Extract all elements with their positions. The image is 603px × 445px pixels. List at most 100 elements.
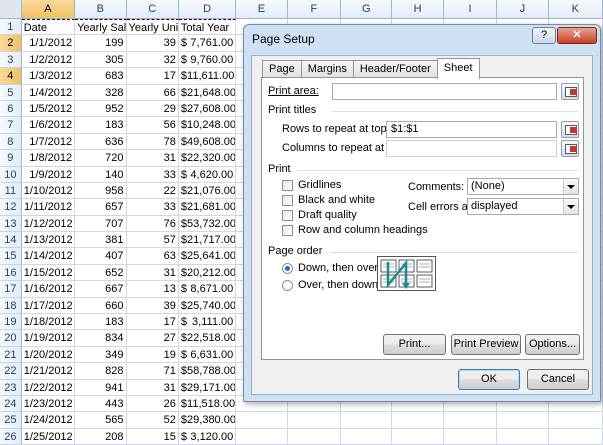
- units-cell[interactable]: 17: [126, 68, 179, 85]
- date-cell[interactable]: 1/10/2012: [21, 182, 76, 200]
- units-cell[interactable]: 66: [126, 84, 179, 101]
- black-white-checkbox[interactable]: [282, 195, 293, 206]
- total-cell[interactable]: $9,760.00: [178, 51, 237, 69]
- total-cell[interactable]: $6,631.00: [178, 346, 237, 364]
- total-cell[interactable]: $27,608.00: [178, 100, 237, 118]
- header-cell-date[interactable]: Date: [21, 19, 76, 36]
- empty-cell[interactable]: [497, 412, 549, 429]
- tab-header-footer[interactable]: Header/Footer: [352, 60, 438, 78]
- draft-quality-checkbox[interactable]: [282, 210, 293, 221]
- total-cell[interactable]: $11,518.00: [178, 395, 237, 413]
- dialog-titlebar[interactable]: Page Setup ? ✕: [244, 25, 600, 52]
- total-cell[interactable]: $29,171.00: [178, 379, 237, 396]
- sales-cell[interactable]: 958: [75, 182, 127, 200]
- tab-margins[interactable]: Margins: [300, 60, 354, 78]
- column-header-k[interactable]: K: [548, 0, 603, 19]
- units-cell[interactable]: 56: [126, 117, 179, 134]
- header-cell-total[interactable]: Total Year: [178, 19, 237, 36]
- gridlines-checkbox[interactable]: [282, 180, 293, 191]
- sales-cell[interactable]: 683: [75, 68, 127, 85]
- select-all-corner[interactable]: [0, 0, 22, 19]
- row-col-headings-checkbox[interactable]: [282, 225, 293, 236]
- date-cell[interactable]: 1/7/2012: [21, 133, 76, 151]
- sales-cell[interactable]: 183: [75, 117, 127, 134]
- sales-cell[interactable]: 305: [75, 51, 127, 69]
- tab-sheet[interactable]: Sheet: [436, 58, 480, 79]
- total-cell[interactable]: $8,671.00: [178, 281, 237, 298]
- row-header[interactable]: 14: [0, 232, 22, 249]
- units-cell[interactable]: 22: [126, 182, 179, 200]
- row-header[interactable]: 22: [0, 363, 22, 380]
- empty-cell[interactable]: [236, 428, 288, 445]
- header-cell-sales[interactable]: Yearly Sales: [75, 19, 127, 36]
- date-cell[interactable]: 1/5/2012: [21, 100, 76, 118]
- units-cell[interactable]: 31: [126, 379, 179, 396]
- row-header[interactable]: 26: [0, 428, 22, 445]
- sales-cell[interactable]: 657: [75, 199, 127, 216]
- sales-cell[interactable]: 443: [75, 395, 127, 413]
- total-cell[interactable]: $21,717.00: [178, 232, 237, 249]
- date-cell[interactable]: 1/24/2012: [21, 412, 76, 429]
- column-header-e[interactable]: E: [236, 0, 288, 19]
- units-cell[interactable]: 27: [126, 330, 179, 347]
- row-header[interactable]: 21: [0, 346, 22, 364]
- units-cell[interactable]: 29: [126, 100, 179, 118]
- empty-cell[interactable]: [548, 428, 603, 445]
- sales-cell[interactable]: 140: [75, 166, 127, 183]
- row-header[interactable]: 12: [0, 199, 22, 216]
- chevron-down-icon[interactable]: [563, 179, 578, 194]
- date-cell[interactable]: 1/13/2012: [21, 232, 76, 249]
- column-header-h[interactable]: H: [392, 0, 444, 19]
- date-cell[interactable]: 1/8/2012: [21, 150, 76, 167]
- total-cell[interactable]: $58,788.00: [178, 363, 237, 380]
- row-header[interactable]: 24: [0, 395, 22, 413]
- units-cell[interactable]: 78: [126, 133, 179, 151]
- row-header[interactable]: 18: [0, 297, 22, 315]
- sales-cell[interactable]: 183: [75, 314, 127, 331]
- row-header[interactable]: 2: [0, 35, 22, 52]
- comments-select[interactable]: (None): [467, 178, 579, 195]
- row-header[interactable]: 10: [0, 166, 22, 183]
- empty-cell[interactable]: [443, 428, 498, 445]
- total-cell[interactable]: $21,076.00: [178, 182, 237, 200]
- sales-cell[interactable]: 941: [75, 379, 127, 396]
- close-button[interactable]: ✕: [557, 27, 597, 44]
- header-cell-units[interactable]: Yearly Units: [126, 19, 179, 36]
- date-cell[interactable]: 1/15/2012: [21, 264, 76, 282]
- total-cell[interactable]: $49,608.00: [178, 133, 237, 151]
- total-cell[interactable]: $22,518.00: [178, 330, 237, 347]
- units-cell[interactable]: 31: [126, 150, 179, 167]
- sales-cell[interactable]: 565: [75, 412, 127, 429]
- down-then-over-radio[interactable]: [282, 263, 293, 274]
- empty-cell[interactable]: [341, 412, 393, 429]
- total-cell[interactable]: $20,212.00: [178, 264, 237, 282]
- empty-cell[interactable]: [497, 428, 549, 445]
- sales-cell[interactable]: 707: [75, 215, 127, 233]
- date-cell[interactable]: 1/6/2012: [21, 117, 76, 134]
- total-cell[interactable]: $25,740.00: [178, 297, 237, 315]
- date-cell[interactable]: 1/22/2012: [21, 379, 76, 396]
- units-cell[interactable]: 13: [126, 281, 179, 298]
- units-cell[interactable]: 57: [126, 232, 179, 249]
- date-cell[interactable]: 1/14/2012: [21, 248, 76, 265]
- column-header-g[interactable]: G: [341, 0, 393, 19]
- sales-cell[interactable]: 407: [75, 248, 127, 265]
- units-cell[interactable]: 17: [126, 314, 179, 331]
- cancel-button[interactable]: Cancel: [527, 369, 589, 390]
- sales-cell[interactable]: 636: [75, 133, 127, 151]
- sales-cell[interactable]: 834: [75, 330, 127, 347]
- date-cell[interactable]: 1/11/2012: [21, 199, 76, 216]
- chevron-down-icon[interactable]: [563, 199, 578, 214]
- column-header-i[interactable]: I: [443, 0, 498, 19]
- row-header[interactable]: 1: [0, 19, 22, 36]
- total-cell[interactable]: $4,620.00: [178, 166, 237, 183]
- date-cell[interactable]: 1/2/2012: [21, 51, 76, 69]
- cols-repeat-collapse-button[interactable]: [561, 140, 579, 157]
- units-cell[interactable]: 71: [126, 363, 179, 380]
- total-cell[interactable]: $7,761.00: [178, 35, 237, 52]
- column-header-a[interactable]: A: [21, 0, 76, 19]
- empty-cell[interactable]: [287, 428, 342, 445]
- row-header[interactable]: 6: [0, 100, 22, 118]
- units-cell[interactable]: 15: [126, 428, 179, 445]
- sales-cell[interactable]: 952: [75, 100, 127, 118]
